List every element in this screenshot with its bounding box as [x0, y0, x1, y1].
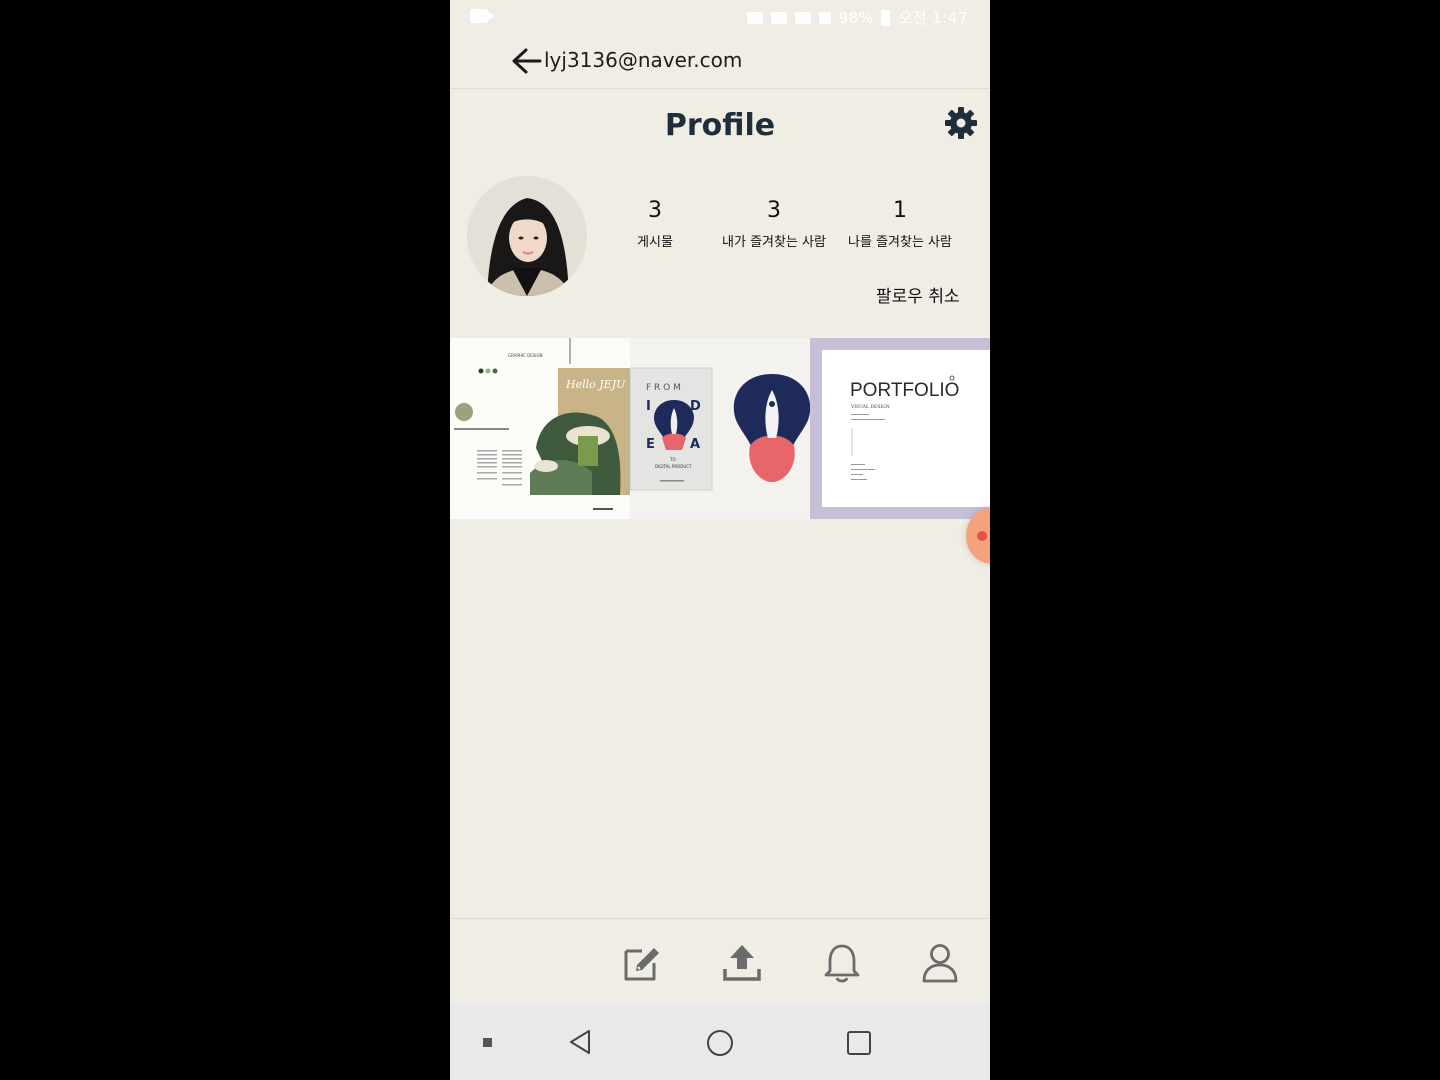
bell-icon[interactable] — [820, 941, 864, 985]
home-circle-icon[interactable] — [705, 1028, 735, 1058]
post-jeju-title: Hello JEJU — [565, 378, 626, 391]
stat-following-count: 3 — [767, 198, 781, 223]
android-navigation-bar — [450, 1004, 990, 1080]
stat-followers-count: 1 — [893, 198, 907, 223]
avatar[interactable] — [467, 176, 587, 296]
back-arrow-icon[interactable] — [510, 46, 544, 76]
post-image-idea: F R O M I D E A TO DIGITAL PRODUCT — [630, 367, 810, 491]
post-image-jeju: GRAPHIC DESIGN Hello JEJU — [454, 338, 630, 510]
account-email: lyj3136@naver.com — [544, 48, 743, 72]
post-idea-letter-d: D — [690, 399, 701, 414]
post-thumbnail-jeju[interactable]: GRAPHIC DESIGN Hello JEJU — [450, 338, 630, 519]
recents-square-icon[interactable] — [845, 1029, 873, 1057]
stat-followers[interactable]: 1 나를 즐겨찾는 사람 — [840, 198, 960, 250]
video-camera-icon — [470, 9, 495, 23]
stat-posts-label: 게시물 — [637, 235, 673, 250]
post-idea-from: F R O M — [646, 383, 681, 393]
status-bar: 98% 오전 1:47 — [450, 0, 990, 34]
post-idea-letter-a: A — [690, 437, 700, 452]
no-sim-icon — [794, 11, 811, 24]
post-portfolio-title: PORTFOLIO — [850, 380, 959, 401]
post-thumbnail-portfolio[interactable]: PORTFOLIO VISUAL DESIGN — [810, 338, 990, 519]
upload-icon[interactable] — [720, 941, 764, 985]
bottom-nav — [450, 918, 990, 1005]
stat-following[interactable]: 3 내가 즐겨찾는 사람 — [714, 198, 834, 250]
wifi-icon — [770, 11, 787, 24]
signal-icon — [818, 11, 831, 24]
clock: 오전 1:47 — [898, 9, 968, 27]
post-idea-to: TO — [669, 457, 676, 462]
post-portfolio-subtitle: VISUAL DESIGN — [850, 404, 890, 410]
user-icon[interactable] — [918, 941, 962, 985]
nfc-icon — [746, 11, 763, 24]
top-bar: lyj3136@naver.com — [450, 34, 990, 89]
post-idea-digital: DIGITAL PRODUCT — [655, 464, 692, 469]
post-thumbnail-idea[interactable]: F R O M I D E A TO DIGITAL PRODUCT — [630, 338, 810, 519]
post-idea-letter-i: I — [646, 399, 651, 414]
battery-percent: 98% — [838, 8, 874, 27]
stat-following-label: 내가 즐겨찾는 사람 — [722, 235, 826, 250]
status-icons: 98% 오전 1:47 — [746, 7, 968, 28]
battery-icon — [881, 9, 891, 26]
unfollow-button[interactable]: 팔로우 취소 — [876, 282, 960, 307]
stat-posts-count: 3 — [648, 198, 662, 223]
stat-followers-label: 나를 즐겨찾는 사람 — [848, 235, 952, 250]
post-jeju-heading: GRAPHIC DESIGN — [508, 353, 543, 358]
post-idea-letter-e: E — [646, 437, 655, 452]
post-grid: GRAPHIC DESIGN Hello JEJU F R O M I D E … — [450, 338, 990, 519]
page-title: Profile — [664, 108, 776, 143]
stat-posts[interactable]: 3 게시물 — [625, 198, 685, 250]
phone-screen: 98% 오전 1:47 lyj3136@naver.com Profile 3 … — [450, 0, 990, 1080]
edit-icon[interactable] — [620, 941, 664, 985]
avatar-photo — [467, 176, 587, 296]
back-triangle-icon[interactable] — [567, 1028, 595, 1056]
gear-icon[interactable] — [944, 106, 978, 140]
post-image-portfolio: PORTFOLIO VISUAL DESIGN — [822, 350, 990, 507]
small-square-icon[interactable] — [483, 1038, 492, 1047]
